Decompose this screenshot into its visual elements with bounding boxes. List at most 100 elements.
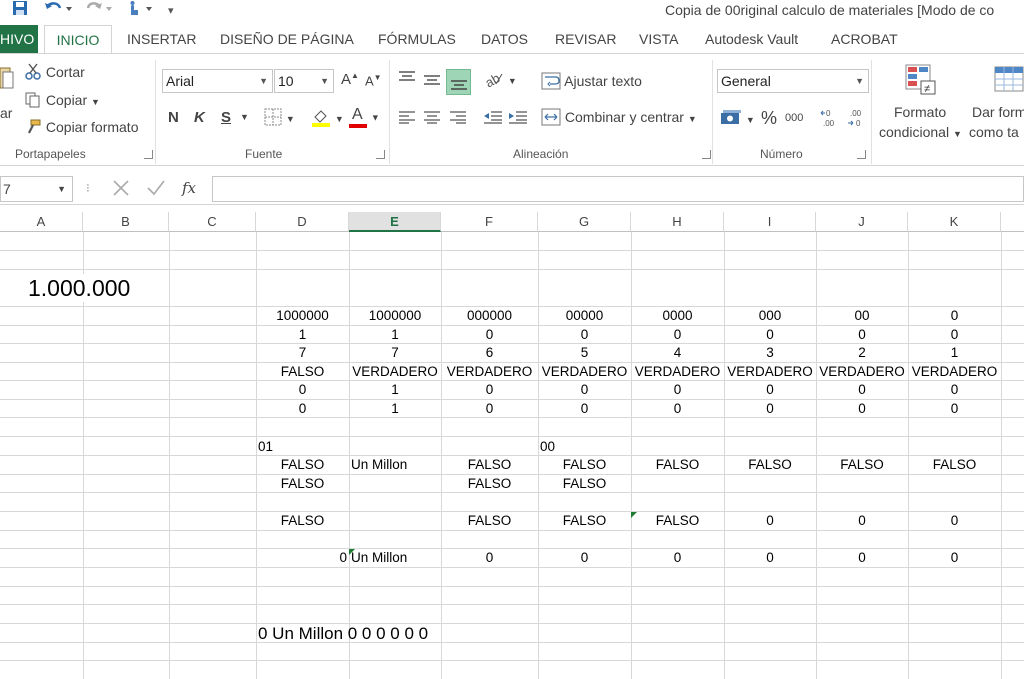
cell-zero2-0[interactable]: 0	[256, 400, 349, 418]
align-bottom-button[interactable]	[446, 69, 471, 95]
insert-function-icon[interactable]: fx	[182, 179, 196, 197]
column-header-c[interactable]: C	[169, 212, 256, 232]
tab-home[interactable]: INICIO	[44, 25, 112, 54]
cell-final-5[interactable]: 0	[724, 549, 816, 567]
cell-words2-3[interactable]: FALSO	[538, 475, 631, 493]
cell-words3-2[interactable]: FALSO	[441, 512, 538, 530]
cell-words3-3[interactable]: FALSO	[538, 512, 631, 530]
cell-length-0[interactable]: 7	[256, 344, 349, 362]
tab-review[interactable]: REVISAR	[555, 25, 616, 53]
copy-button[interactable]: Copiar ▼	[24, 91, 100, 112]
cell-zero1-4[interactable]: 0	[631, 381, 724, 399]
cell-length-6[interactable]: 2	[816, 344, 908, 362]
shrink-font-button[interactable]: A▼	[365, 73, 382, 88]
cell-words1-4[interactable]: FALSO	[631, 456, 724, 474]
column-header-h[interactable]: H	[631, 212, 724, 232]
increase-decimal-button[interactable]: 0.00	[820, 108, 842, 131]
redo-icon[interactable]	[86, 0, 116, 22]
cell-mask-4[interactable]: 0000	[631, 307, 724, 325]
enter-check-icon[interactable]	[146, 177, 166, 200]
cell-mask-3[interactable]: 00000	[538, 307, 631, 325]
column-header-a[interactable]: A	[0, 212, 83, 232]
column-header-k[interactable]: K	[908, 212, 1001, 232]
cell-words3-6[interactable]: 0	[816, 512, 908, 530]
undo-icon[interactable]	[44, 0, 74, 22]
cell-length-3[interactable]: 5	[538, 344, 631, 362]
conditional-format-label-1[interactable]: Formato	[894, 104, 946, 120]
cell-zero2-3[interactable]: 0	[538, 400, 631, 418]
alignment-launcher-icon[interactable]	[702, 150, 711, 159]
name-box[interactable]: 7 ▼	[0, 176, 73, 202]
column-header-i[interactable]: I	[724, 212, 816, 232]
font-launcher-icon[interactable]	[376, 150, 385, 159]
format-as-table-icon[interactable]	[994, 64, 1024, 99]
cell-length-2[interactable]: 6	[441, 344, 538, 362]
clipboard-launcher-icon[interactable]	[144, 150, 153, 159]
cell-digit-3[interactable]: 0	[538, 326, 631, 344]
cell-final-7[interactable]: 0	[908, 549, 1001, 567]
format-painter-button[interactable]: Copiar formato	[24, 118, 138, 139]
cell-words1-7[interactable]: FALSO	[908, 456, 1001, 474]
column-header-j[interactable]: J	[816, 212, 908, 232]
cell-mask-0[interactable]: 1000000	[256, 307, 349, 325]
cell-bool-4[interactable]: VERDADERO	[631, 363, 724, 381]
orientation-button[interactable]: ab ▼	[482, 70, 516, 91]
cell-words3-4[interactable]: FALSO	[631, 512, 724, 530]
tab-insert[interactable]: INSERTAR	[127, 25, 197, 53]
cell-words1-5[interactable]: FALSO	[724, 456, 816, 474]
cell-words2-2[interactable]: FALSO	[441, 475, 538, 493]
column-header-f[interactable]: F	[441, 212, 538, 232]
align-right-button[interactable]	[449, 110, 467, 127]
cell-digit-1[interactable]: 1	[349, 326, 441, 344]
tab-view[interactable]: VISTA	[639, 25, 678, 53]
conditional-format-label-2[interactable]: condicional ▼	[879, 124, 962, 140]
number-format-select[interactable]: General ▼	[717, 69, 869, 93]
cell-zero1-6[interactable]: 0	[816, 381, 908, 399]
chevron-down-icon[interactable]: ▼	[240, 112, 249, 122]
spreadsheet-grid[interactable]: A B C D E F G H I J K 1.000.000 1000000 1…	[0, 212, 1024, 679]
cell-mask-6[interactable]: 00	[816, 307, 908, 325]
align-left-button[interactable]	[398, 110, 416, 127]
tab-acrobat[interactable]: ACROBAT	[831, 25, 898, 53]
cell-length-5[interactable]: 3	[724, 344, 816, 362]
fill-color-button[interactable]: ▼	[311, 107, 344, 130]
cell-zero2-2[interactable]: 0	[441, 400, 538, 418]
cell-digit-6[interactable]: 0	[816, 326, 908, 344]
italic-button[interactable]: K	[194, 109, 205, 126]
cell-zero2-6[interactable]: 0	[816, 400, 908, 418]
number-launcher-icon[interactable]	[857, 150, 866, 159]
cell-mask-5[interactable]: 000	[724, 307, 816, 325]
cell-final-1[interactable]: Un Millon	[351, 549, 443, 567]
format-as-table-label-1[interactable]: Dar form	[972, 104, 1024, 120]
column-header-b[interactable]: B	[83, 212, 169, 232]
increase-indent-button[interactable]	[508, 110, 528, 127]
cell-digit-0[interactable]: 1	[256, 326, 349, 344]
bold-button[interactable]: N	[168, 109, 179, 126]
column-header-e[interactable]: E	[349, 212, 441, 232]
customize-toolbar-icon[interactable]: ▾	[168, 0, 174, 22]
cell-g-00[interactable]: 00	[540, 438, 555, 456]
borders-button[interactable]: ▼	[264, 108, 295, 129]
cell-words1-6[interactable]: FALSO	[816, 456, 908, 474]
cell-bool-0[interactable]: FALSO	[256, 363, 349, 381]
cell-zero2-1[interactable]: 1	[349, 400, 441, 418]
cell-words1-1[interactable]: Un Millon	[351, 456, 443, 474]
cell-bool-7[interactable]: VERDADERO	[908, 363, 1001, 381]
underline-button[interactable]: S	[221, 109, 231, 126]
cell-digit-2[interactable]: 0	[441, 326, 538, 344]
cell-zero1-2[interactable]: 0	[441, 381, 538, 399]
align-center-button[interactable]	[423, 110, 441, 127]
cell-words2-0[interactable]: FALSO	[256, 475, 349, 493]
tab-formulas[interactable]: FÓRMULAS	[378, 25, 456, 53]
accounting-format-button[interactable]: ▼	[720, 109, 755, 130]
cut-button[interactable]: Cortar	[24, 63, 85, 84]
cell-words1-0[interactable]: FALSO	[256, 456, 349, 474]
decrease-decimal-button[interactable]: .00 0	[846, 108, 868, 131]
cell-final-0[interactable]: 0	[256, 549, 347, 567]
cell-final-3[interactable]: 0	[538, 549, 631, 567]
wrap-text-button[interactable]: Ajustar texto	[541, 72, 642, 93]
cell-length-1[interactable]: 7	[349, 344, 441, 362]
align-middle-button[interactable]	[423, 72, 441, 91]
cell-zero1-3[interactable]: 0	[538, 381, 631, 399]
cell-zero2-4[interactable]: 0	[631, 400, 724, 418]
